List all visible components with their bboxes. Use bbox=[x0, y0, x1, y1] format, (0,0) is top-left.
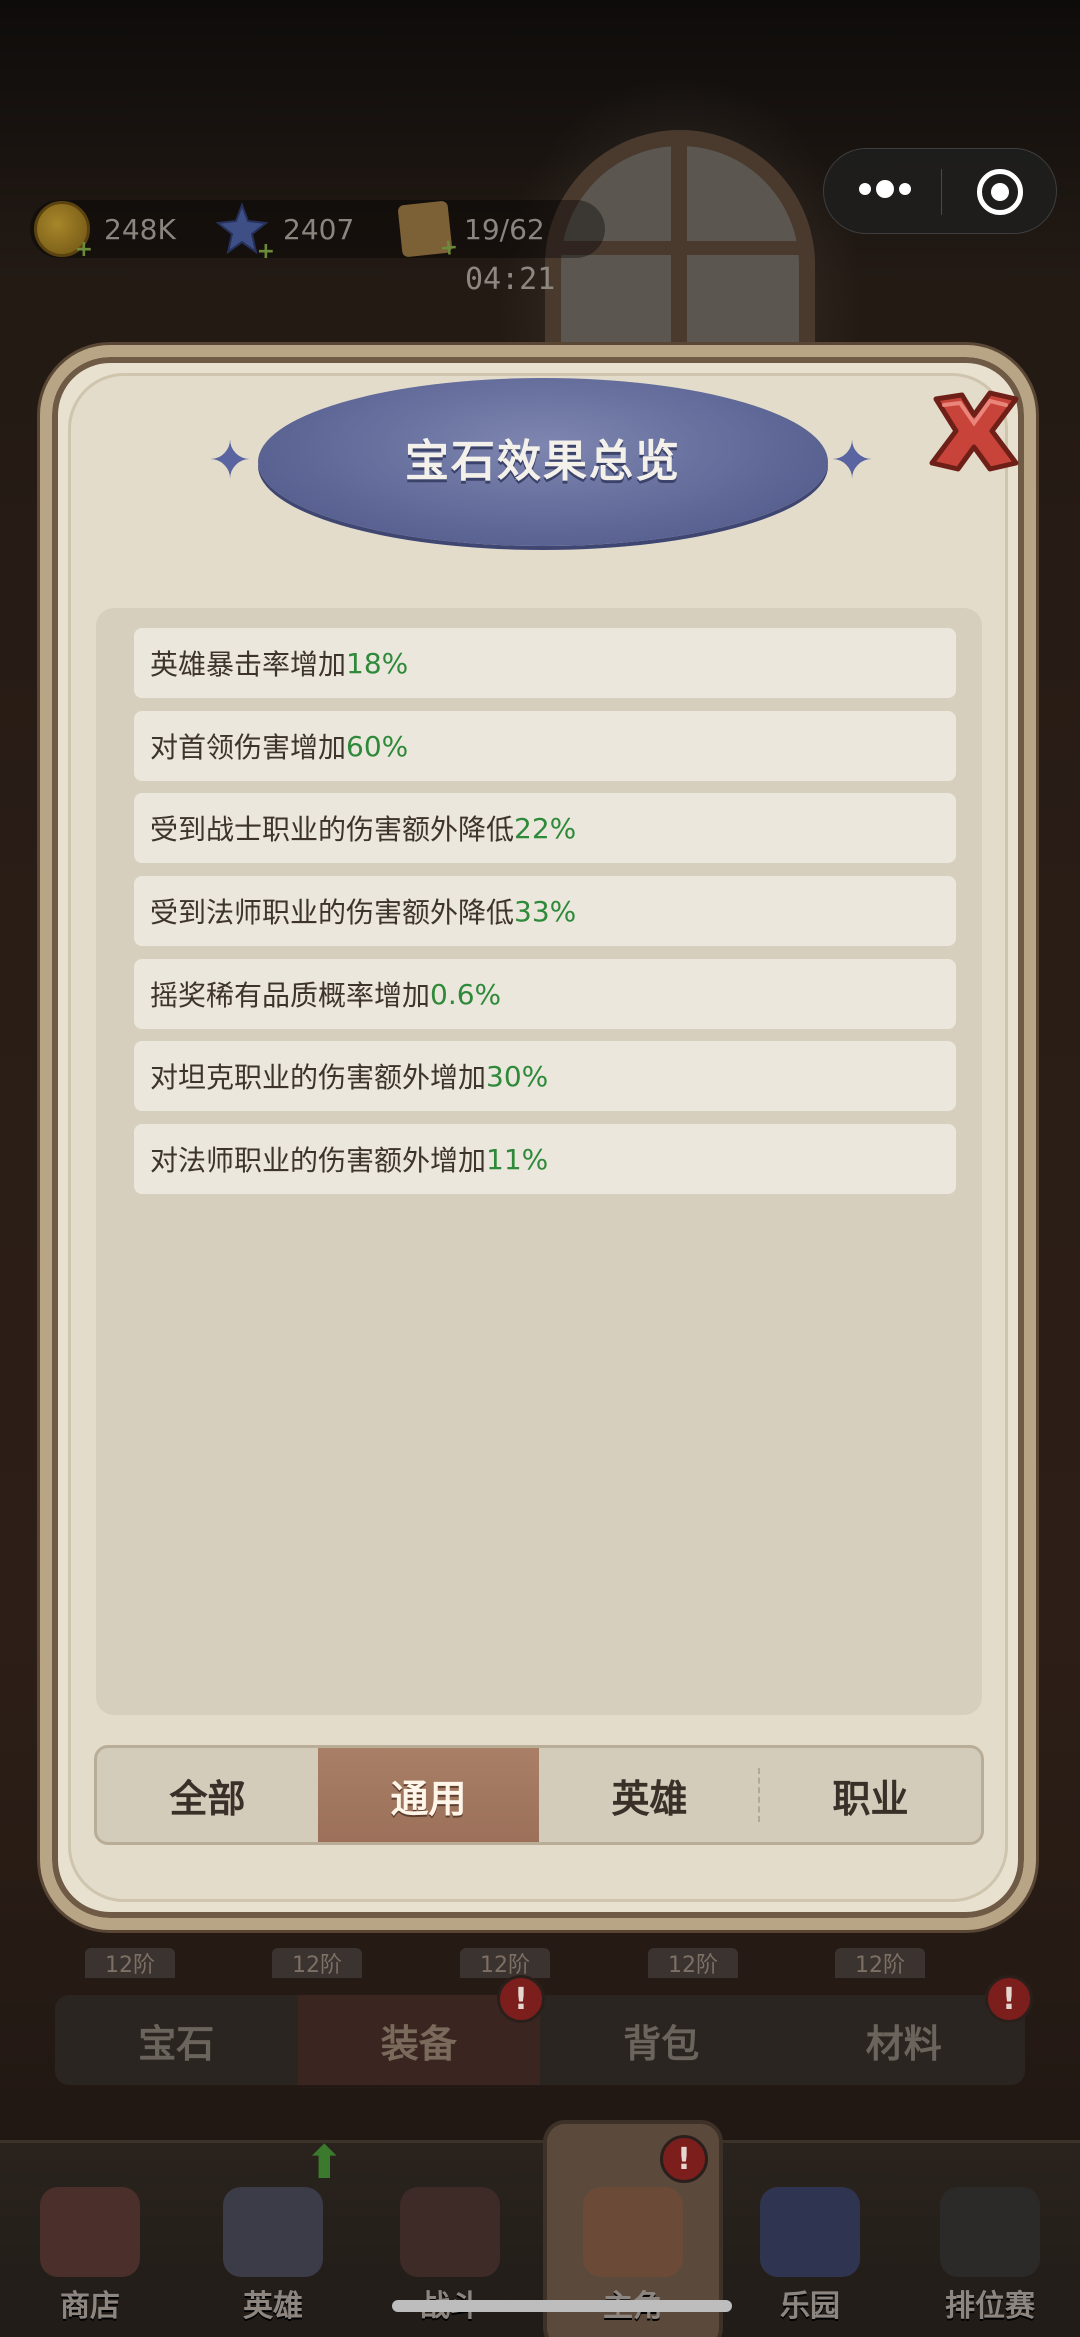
resource-bar: + 248K + 2407 + 19/62 bbox=[30, 200, 605, 264]
tab-label: 通用 bbox=[390, 1776, 467, 1821]
close-button[interactable] bbox=[918, 385, 1030, 477]
effect-row: 摇奖稀有品质概率增加 0.6% bbox=[134, 959, 956, 1029]
lock-icon bbox=[940, 2187, 1040, 2277]
tab-gems[interactable]: 宝石 bbox=[55, 1995, 298, 2085]
effect-row: 对坦克职业的伤害额外增加 30% bbox=[134, 1041, 956, 1111]
tab-label: 全部 bbox=[169, 1776, 246, 1821]
nav-label: 乐园 bbox=[780, 2289, 840, 2324]
coin-amount: 248K bbox=[104, 212, 176, 246]
nav-label: 商店 bbox=[60, 2289, 120, 2324]
coin-resource[interactable]: + 248K bbox=[34, 200, 176, 262]
notification-badge: ! bbox=[497, 1975, 545, 2023]
effect-row: 对法师职业的伤害额外增加 11% bbox=[134, 1124, 956, 1194]
effect-text: 英雄暴击率增加 bbox=[150, 648, 347, 681]
nav-park[interactable]: 乐园 bbox=[735, 2175, 885, 2325]
tab-hero[interactable]: 英雄 bbox=[539, 1748, 760, 1842]
cookie-icon: + bbox=[397, 200, 459, 262]
gem-icon: + bbox=[215, 202, 275, 264]
notification-badge: ! bbox=[985, 1975, 1033, 2023]
cookie-resource[interactable]: + 19/62 bbox=[397, 200, 545, 262]
miniprogram-capsule bbox=[823, 148, 1057, 234]
effect-row: 受到法师职业的伤害额外降低 33% bbox=[134, 876, 956, 946]
tier-chip: 12阶 bbox=[85, 1948, 175, 1978]
effect-value: 22% bbox=[514, 811, 577, 845]
nav-label: 英雄 bbox=[243, 2289, 303, 2324]
effect-value: 60% bbox=[346, 729, 409, 763]
effect-value: 0.6% bbox=[430, 977, 502, 1011]
star-ornament-icon: ✦ bbox=[830, 431, 874, 491]
effect-value: 11% bbox=[486, 1142, 549, 1176]
notification-badge: ! bbox=[660, 2135, 708, 2183]
effect-text: 受到战士职业的伤害额外降低 bbox=[150, 813, 515, 846]
hero-cards-icon bbox=[223, 2187, 323, 2277]
effect-row: 受到战士职业的伤害额外降低 22% bbox=[134, 793, 956, 863]
gem-amount: 2407 bbox=[283, 212, 355, 246]
effect-row: 英雄暴击率增加 18% bbox=[134, 628, 956, 698]
tab-label: 英雄 bbox=[611, 1776, 688, 1821]
more-icon[interactable] bbox=[859, 180, 911, 198]
close-miniprogram-icon[interactable] bbox=[977, 169, 1023, 215]
gem-resource[interactable]: + 2407 bbox=[215, 200, 355, 264]
nav-heroes[interactable]: 英雄 bbox=[198, 2175, 348, 2325]
tab-all[interactable]: 全部 bbox=[97, 1748, 318, 1842]
tab-general[interactable]: 通用 bbox=[318, 1748, 539, 1842]
close-icon bbox=[929, 390, 1019, 472]
effect-text: 对坦克职业的伤害额外增加 bbox=[150, 1061, 487, 1094]
tier-chip: 12阶 bbox=[835, 1948, 925, 1978]
coin-icon: + bbox=[34, 201, 93, 262]
cookie-amount: 19/62 bbox=[464, 212, 545, 246]
refresh-timer: 04:21 bbox=[465, 262, 556, 297]
star-ornament-icon: ✦ bbox=[208, 431, 252, 491]
park-castle-icon bbox=[760, 2187, 860, 2277]
effect-text: 对法师职业的伤害额外增加 bbox=[150, 1144, 487, 1177]
shop-icon bbox=[40, 2187, 140, 2277]
owl-icon bbox=[583, 2187, 683, 2277]
effect-value: 33% bbox=[514, 894, 577, 928]
capsule-divider bbox=[941, 169, 942, 215]
effect-text: 对首领伤害增加 bbox=[150, 731, 347, 764]
tier-chip: 12阶 bbox=[648, 1948, 738, 1978]
effect-row: 对首领伤害增加 60% bbox=[134, 711, 956, 781]
effect-value: 18% bbox=[346, 646, 409, 680]
tier-chip: 12阶 bbox=[460, 1948, 550, 1978]
effect-value: 30% bbox=[486, 1059, 549, 1093]
tier-chip: 12阶 bbox=[272, 1948, 362, 1978]
battle-sword-icon bbox=[400, 2187, 500, 2277]
tab-class[interactable]: 职业 bbox=[760, 1748, 981, 1842]
home-indicator bbox=[392, 2300, 732, 2312]
effect-text: 受到法师职业的伤害额外降低 bbox=[150, 896, 515, 929]
tab-label: 职业 bbox=[832, 1776, 909, 1821]
effect-filter-tabs: 全部 通用 英雄 职业 bbox=[94, 1745, 984, 1845]
tab-backpack[interactable]: 背包 bbox=[540, 1995, 783, 2085]
nav-ranked[interactable]: 排位赛 bbox=[915, 2175, 1065, 2325]
nav-shop[interactable]: 商店 bbox=[15, 2175, 165, 2325]
dialog-title: 宝石效果总览 bbox=[405, 436, 681, 487]
effect-text: 摇奖稀有品质概率增加 bbox=[150, 979, 431, 1012]
nav-label: 排位赛 bbox=[945, 2289, 1035, 2324]
